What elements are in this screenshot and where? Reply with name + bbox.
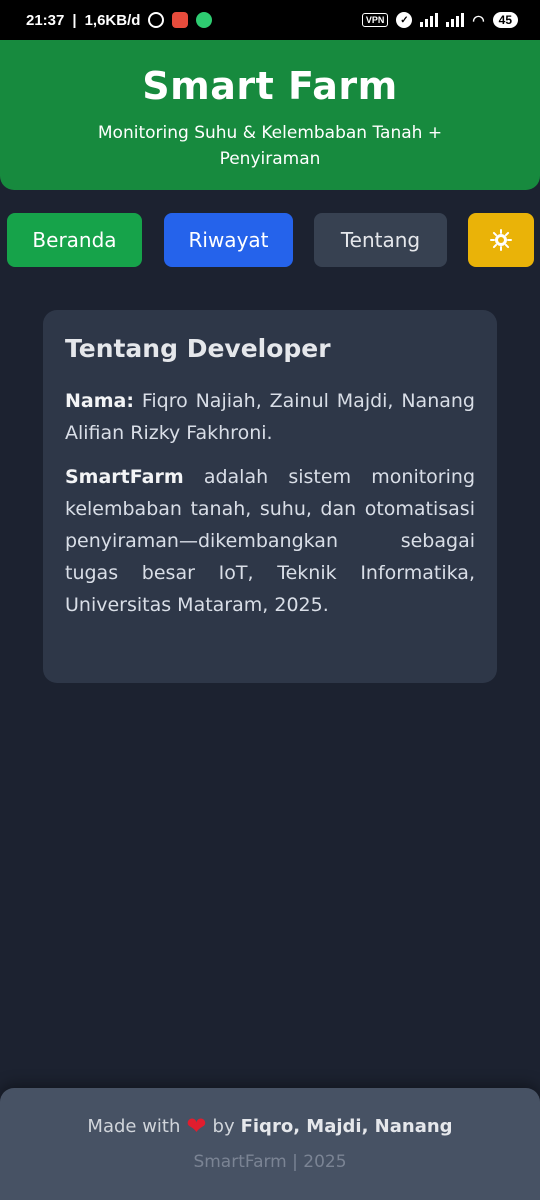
status-left: 21:37 | 1,6KB/d (26, 11, 213, 29)
network-speed: 1,6KB/d (84, 11, 141, 29)
heart-icon: ❤ (186, 1112, 207, 1140)
theme-toggle-button[interactable] (468, 213, 534, 267)
alarm-icon (148, 12, 165, 28)
main-nav: Beranda Riwayat Tentang (0, 213, 540, 267)
nav-beranda-button[interactable]: Beranda (7, 213, 142, 267)
battery-icon: 45 (492, 12, 518, 28)
about-card: Tentang Developer Nama: Fiqro Najiah, Za… (43, 310, 497, 683)
name-label: Nama: (65, 390, 134, 412)
project-description: SmartFarm adalah sistem monitoring kelem… (65, 461, 475, 621)
cell-signal-icon-2 (446, 13, 465, 27)
developer-names: Nama: Fiqro Najiah, Zainul Majdi, Nanang… (65, 385, 475, 449)
description-text: adalah sistem monitoring kelembaban tana… (65, 466, 475, 616)
status-right: VPN ✓ ◠ 45 (361, 11, 518, 29)
app-screen: 21:37 | 1,6KB/d VPN ✓ ◠ 45 Smart Farm Mo… (0, 0, 540, 1200)
nav-tentang-button[interactable]: Tentang (314, 213, 447, 267)
by-text: by (212, 1115, 235, 1137)
cell-signal-icon-1 (420, 13, 439, 27)
sun-icon (490, 229, 512, 251)
notification-chat-icon (196, 12, 213, 28)
footer-authors: Fiqro, Majdi, Nanang (240, 1115, 453, 1137)
data-saver-icon: ✓ (396, 12, 413, 28)
app-header: Smart Farm Monitoring Suhu & Kelembaban … (0, 40, 540, 190)
wifi-icon: ◠ (472, 11, 485, 28)
app-subtitle: Monitoring Suhu & Kelembaban Tanah + Pen… (97, 123, 443, 169)
notification-app-icon (172, 12, 189, 28)
clock: 21:37 (26, 11, 65, 29)
separator: | (72, 11, 77, 29)
app-title: Smart Farm (142, 64, 398, 108)
card-title: Tentang Developer (65, 334, 331, 363)
footer: Made with ❤ by Fiqro, Majdi, Nanang Smar… (0, 1088, 540, 1200)
brand-name: SmartFarm (65, 466, 184, 488)
footer-copyright: SmartFarm | 2025 (193, 1152, 347, 1172)
vpn-badge: VPN (361, 13, 389, 27)
nav-riwayat-button[interactable]: Riwayat (164, 213, 293, 267)
status-bar: 21:37 | 1,6KB/d VPN ✓ ◠ 45 (0, 0, 540, 40)
made-with-text: Made with (87, 1115, 181, 1137)
footer-credit: Made with ❤ by Fiqro, Majdi, Nanang (0, 1114, 540, 1138)
